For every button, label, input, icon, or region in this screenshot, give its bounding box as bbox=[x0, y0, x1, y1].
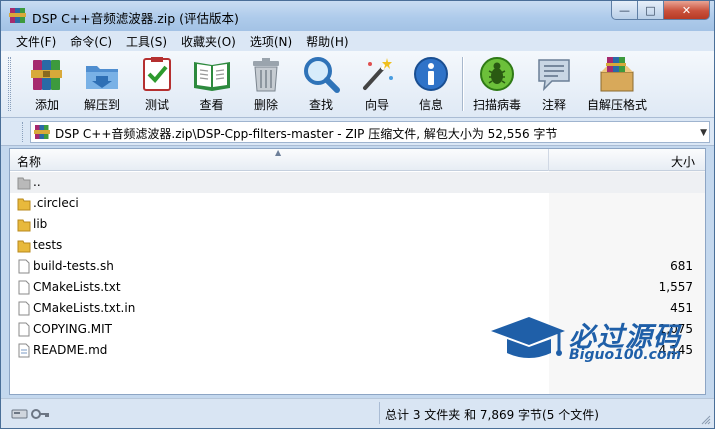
file-row-cmakelists[interactable]: CMakeLists.txt 1,557 bbox=[10, 277, 705, 298]
close-button[interactable]: ✕ bbox=[664, 1, 710, 20]
file-name: .circleci bbox=[33, 196, 79, 210]
file-size: 1,557 bbox=[658, 280, 693, 294]
file-name: .. bbox=[33, 175, 41, 189]
resize-grip-icon[interactable] bbox=[701, 415, 711, 425]
file-icon bbox=[18, 259, 30, 274]
chevron-down-icon[interactable]: ▼ bbox=[700, 128, 707, 138]
menu-bar: 文件(F) 命令(C) 工具(S) 收藏夹(O) 选项(N) 帮助(H) bbox=[1, 31, 714, 51]
view-label: 查看 bbox=[199, 98, 224, 112]
add-archive-icon bbox=[31, 60, 62, 90]
toolbar-grip[interactable] bbox=[8, 57, 11, 111]
menu-favorites[interactable]: 收藏夹(O) bbox=[174, 33, 243, 50]
minimize-button[interactable]: — bbox=[611, 1, 638, 20]
maximize-icon: □ bbox=[645, 3, 656, 17]
file-icon bbox=[18, 280, 30, 295]
sfx-label: 自解压格式 bbox=[586, 98, 647, 112]
comment-button[interactable]: 注释 bbox=[534, 54, 574, 114]
address-field[interactable]: DSP C++音频滤波器.zip\DSP-Cpp-filters-master … bbox=[30, 121, 710, 143]
maximize-button[interactable]: □ bbox=[638, 1, 664, 20]
comment-icon bbox=[538, 59, 570, 92]
file-name: build-tests.sh bbox=[33, 259, 114, 273]
wizard-icon bbox=[363, 58, 393, 90]
test-label: 测试 bbox=[144, 98, 169, 112]
close-icon: ✕ bbox=[681, 3, 692, 17]
extract-to-button[interactable]: 解压到 bbox=[79, 54, 125, 114]
folder-icon bbox=[17, 240, 31, 253]
window-controls: — □ ✕ bbox=[611, 1, 710, 20]
menu-options[interactable]: 选项(N) bbox=[243, 33, 299, 50]
add-label: 添加 bbox=[34, 98, 59, 112]
file-name: lib bbox=[33, 217, 48, 231]
winrar-app-icon bbox=[9, 8, 26, 23]
test-icon bbox=[143, 57, 171, 91]
test-button[interactable]: 测试 bbox=[137, 54, 177, 114]
status-text: 总计 3 文件夹 和 7,869 字节(5 个文件) bbox=[385, 408, 599, 422]
column-header-name[interactable]: 名称 bbox=[17, 153, 41, 170]
file-row-tests[interactable]: tests bbox=[10, 235, 705, 256]
extract-to-icon bbox=[86, 66, 118, 89]
menu-tools[interactable]: 工具(S) bbox=[119, 33, 174, 50]
virus-scan-label: 扫描病毒 bbox=[472, 98, 521, 112]
file-icon bbox=[18, 322, 30, 337]
delete-label: 删除 bbox=[253, 98, 278, 112]
virus-scan-button[interactable]: 扫描病毒 bbox=[471, 54, 523, 114]
file-icon bbox=[18, 343, 30, 358]
menu-file[interactable]: 文件(F) bbox=[9, 33, 63, 50]
folder-icon bbox=[17, 219, 31, 232]
sort-up-icon: ▲ bbox=[275, 148, 282, 157]
graduation-cap-logo bbox=[491, 317, 565, 358]
find-button[interactable]: 查找 bbox=[301, 54, 341, 114]
info-icon bbox=[414, 57, 448, 91]
toolbar: 添加 解压到 测试 查看 删除 查找 向导 信息 扫描病毒 注释 自解压格式 bbox=[1, 51, 714, 118]
delete-button[interactable]: 删除 bbox=[246, 54, 286, 114]
minimize-icon: — bbox=[619, 3, 630, 17]
file-row-up[interactable]: .. bbox=[10, 172, 705, 193]
folder-icon bbox=[17, 198, 31, 211]
info-button[interactable]: 信息 bbox=[411, 54, 451, 114]
folder-up-icon bbox=[17, 177, 31, 190]
file-name: README.md bbox=[33, 343, 108, 357]
file-size: 681 bbox=[670, 259, 693, 273]
list-header: 名称 ▲ 大小 bbox=[10, 149, 705, 171]
file-row-build-tests[interactable]: build-tests.sh 681 bbox=[10, 256, 705, 277]
view-button[interactable]: 查看 bbox=[189, 54, 234, 114]
comment-label: 注释 bbox=[541, 98, 566, 112]
add-button[interactable]: 添加 bbox=[26, 54, 68, 114]
sfx-icon bbox=[600, 57, 634, 92]
wizard-label: 向导 bbox=[364, 98, 389, 112]
archive-icon bbox=[34, 125, 50, 139]
virus-scan-icon bbox=[480, 57, 514, 91]
file-name: COPYING.MIT bbox=[33, 322, 112, 336]
window-title: DSP C++音频滤波器.zip (评估版本) bbox=[32, 11, 239, 26]
address-grip[interactable] bbox=[22, 122, 25, 142]
winrar-window: DSP C++音频滤波器.zip (评估版本) — □ ✕ 文件(F) 命令(C… bbox=[0, 0, 715, 429]
sfx-button[interactable]: 自解压格式 bbox=[585, 54, 649, 114]
info-label: 信息 bbox=[418, 98, 443, 112]
file-name: tests bbox=[33, 238, 63, 252]
file-name: CMakeLists.txt bbox=[33, 280, 121, 294]
menu-commands[interactable]: 命令(C) bbox=[63, 33, 119, 50]
find-icon bbox=[304, 57, 340, 93]
address-path: DSP C++音频滤波器.zip\DSP-Cpp-filters-master … bbox=[55, 127, 558, 141]
toolbar-separator bbox=[462, 57, 464, 111]
drive-key-icon[interactable] bbox=[11, 407, 51, 421]
menu-help[interactable]: 帮助(H) bbox=[299, 33, 355, 50]
file-icon bbox=[18, 301, 30, 316]
watermark-url: Biguo100.com bbox=[569, 347, 682, 363]
file-row-lib[interactable]: lib bbox=[10, 214, 705, 235]
status-bar: 总计 3 文件夹 和 7,869 字节(5 个文件) bbox=[1, 398, 714, 428]
delete-icon bbox=[253, 58, 279, 92]
wizard-button[interactable]: 向导 bbox=[357, 54, 397, 114]
file-name: CMakeLists.txt.in bbox=[33, 301, 136, 315]
watermark: 必过源码 Biguo100.com bbox=[489, 313, 699, 373]
find-label: 查找 bbox=[308, 98, 333, 112]
status-divider bbox=[379, 402, 380, 424]
extract-to-label: 解压到 bbox=[83, 98, 120, 112]
column-divider[interactable] bbox=[548, 149, 549, 171]
title-bar[interactable]: DSP C++音频滤波器.zip (评估版本) — □ ✕ bbox=[1, 1, 714, 31]
address-bar: DSP C++音频滤波器.zip\DSP-Cpp-filters-master … bbox=[1, 118, 714, 146]
column-header-size[interactable]: 大小 bbox=[671, 153, 695, 170]
file-row-circleci[interactable]: .circleci bbox=[10, 193, 705, 214]
view-icon bbox=[193, 62, 230, 91]
